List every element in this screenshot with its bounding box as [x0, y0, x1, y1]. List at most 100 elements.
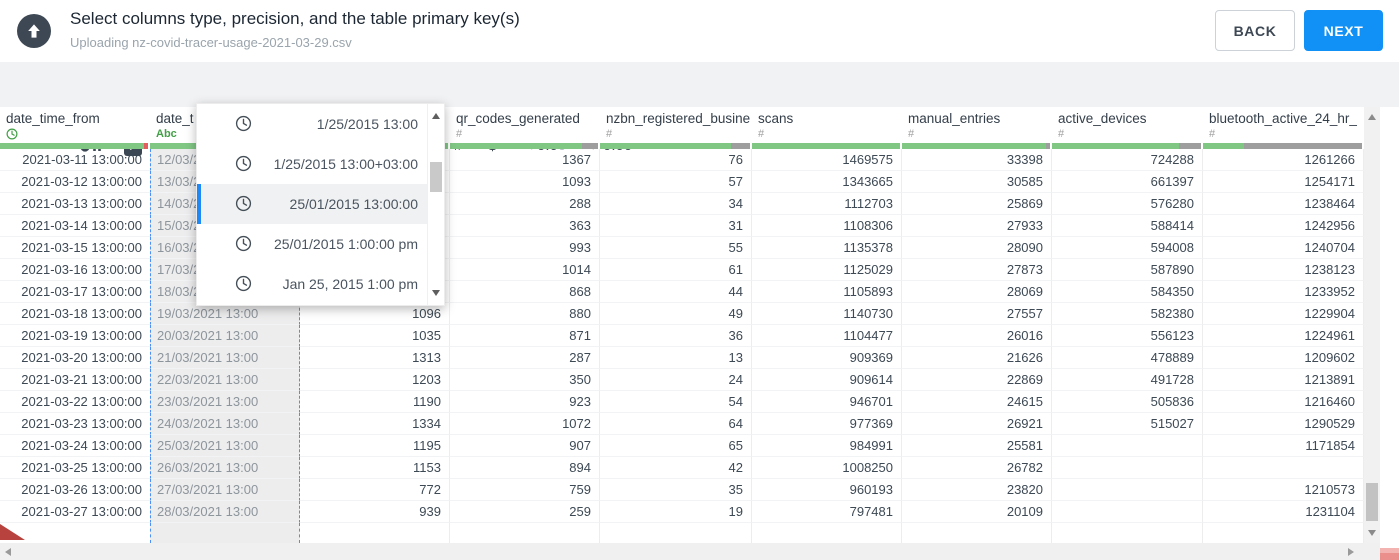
cell[interactable]: 33398 — [902, 149, 1052, 171]
cell[interactable]: 65 — [600, 435, 752, 457]
dropdown-scroll-down-icon[interactable] — [432, 290, 440, 296]
cell[interactable]: 1240704 — [1203, 237, 1364, 259]
cell[interactable]: 13 — [600, 347, 752, 369]
cell[interactable]: 1367 — [450, 149, 600, 171]
cell[interactable]: 2021-03-20 13:00:00 — [0, 347, 150, 369]
dropdown-scroll-up-icon[interactable] — [432, 113, 440, 119]
cell[interactable]: 1213891 — [1203, 369, 1364, 391]
cell[interactable]: 1203 — [300, 369, 450, 391]
cell[interactable]: 21/03/2021 13:00 — [150, 347, 300, 369]
cell[interactable]: 1135378 — [752, 237, 902, 259]
cell[interactable]: 1125029 — [752, 259, 902, 281]
cell[interactable]: 27557 — [902, 303, 1052, 325]
cell[interactable]: 30585 — [902, 171, 1052, 193]
scroll-right-icon[interactable] — [1348, 548, 1354, 556]
cell[interactable]: 1140730 — [752, 303, 902, 325]
cell[interactable] — [1203, 523, 1364, 543]
cell[interactable]: 946701 — [752, 391, 902, 413]
cell[interactable]: 909614 — [752, 369, 902, 391]
cell[interactable]: 22869 — [902, 369, 1052, 391]
cell[interactable]: 1229904 — [1203, 303, 1364, 325]
cell[interactable]: 26782 — [902, 457, 1052, 479]
cell[interactable]: 909369 — [752, 347, 902, 369]
cell[interactable]: 584350 — [1052, 281, 1203, 303]
cell[interactable]: 1112703 — [752, 193, 902, 215]
cell[interactable]: 25/03/2021 13:00 — [150, 435, 300, 457]
column-header-active_devices[interactable]: active_devices # — [1052, 107, 1203, 143]
dropdown-option[interactable]: 25/01/2015 13:00:00 — [197, 184, 428, 224]
cell[interactable]: 2021-03-19 13:00:00 — [0, 325, 150, 347]
cell[interactable]: 1190 — [300, 391, 450, 413]
cell[interactable]: 868 — [450, 281, 600, 303]
cell[interactable]: 993 — [450, 237, 600, 259]
cell[interactable]: 478889 — [1052, 347, 1203, 369]
cell[interactable]: 939 — [300, 501, 450, 523]
cell[interactable]: 1171854 — [1203, 435, 1364, 457]
cell[interactable]: 2021-03-18 13:00:00 — [0, 303, 150, 325]
cell[interactable]: 1035 — [300, 325, 450, 347]
cell[interactable]: 1313 — [300, 347, 450, 369]
cell[interactable]: 2021-03-11 13:00:00 — [0, 149, 150, 171]
cell[interactable]: 2021-03-22 13:00:00 — [0, 391, 150, 413]
cell[interactable]: 1096 — [300, 303, 450, 325]
cell[interactable]: 759 — [450, 479, 600, 501]
cell[interactable] — [1052, 435, 1203, 457]
cell[interactable]: 2021-03-17 13:00:00 — [0, 281, 150, 303]
cell[interactable]: 1231104 — [1203, 501, 1364, 523]
dropdown-option[interactable]: 1/25/2015 13:00+03:00 — [197, 144, 428, 184]
cell[interactable]: 363 — [450, 215, 600, 237]
cell[interactable]: 1093 — [450, 171, 600, 193]
vertical-scrollbar[interactable] — [1364, 107, 1380, 543]
cell[interactable]: 57 — [600, 171, 752, 193]
cell[interactable]: 2021-03-15 13:00:00 — [0, 237, 150, 259]
cell[interactable]: 1233952 — [1203, 281, 1364, 303]
cell[interactable]: 24 — [600, 369, 752, 391]
cell[interactable] — [600, 523, 752, 543]
cell[interactable]: 1254171 — [1203, 171, 1364, 193]
cell[interactable]: 20109 — [902, 501, 1052, 523]
cell[interactable]: 287 — [450, 347, 600, 369]
cell[interactable]: 2021-03-26 13:00:00 — [0, 479, 150, 501]
cell[interactable]: 2021-03-13 13:00:00 — [0, 193, 150, 215]
cell[interactable]: 894 — [450, 457, 600, 479]
cell[interactable] — [1052, 523, 1203, 543]
cell[interactable]: 1238464 — [1203, 193, 1364, 215]
cell[interactable]: 350 — [450, 369, 600, 391]
dropdown-option[interactable]: 1/25/2015 13:00 — [197, 104, 428, 144]
cell[interactable]: 505836 — [1052, 391, 1203, 413]
cell[interactable]: 1108306 — [752, 215, 902, 237]
cell[interactable]: 576280 — [1052, 193, 1203, 215]
vertical-scroll-thumb[interactable] — [1366, 483, 1378, 521]
cell[interactable] — [1052, 479, 1203, 501]
column-header-nzbn_registered_busine[interactable]: nzbn_registered_busine # — [600, 107, 752, 143]
cell[interactable]: 55 — [600, 237, 752, 259]
cell[interactable]: 515027 — [1052, 413, 1203, 435]
cell[interactable]: 27873 — [902, 259, 1052, 281]
cell[interactable]: 2021-03-23 13:00:00 — [0, 413, 150, 435]
cell[interactable] — [752, 523, 902, 543]
cell[interactable]: 1008250 — [752, 457, 902, 479]
cell[interactable]: 1153 — [300, 457, 450, 479]
cell[interactable]: 1104477 — [752, 325, 902, 347]
cell[interactable]: 28/03/2021 13:00 — [150, 501, 300, 523]
cell[interactable]: 64 — [600, 413, 752, 435]
back-button[interactable]: BACK — [1215, 10, 1295, 51]
scroll-down-icon[interactable] — [1368, 530, 1376, 536]
cell[interactable]: 1261266 — [1203, 149, 1364, 171]
cell[interactable]: 259 — [450, 501, 600, 523]
scroll-up-icon[interactable] — [1368, 114, 1376, 120]
cell[interactable]: 2021-03-24 13:00:00 — [0, 435, 150, 457]
cell[interactable]: 587890 — [1052, 259, 1203, 281]
cell[interactable] — [902, 523, 1052, 543]
cell[interactable]: 19/03/2021 13:00 — [150, 303, 300, 325]
cell[interactable]: 923 — [450, 391, 600, 413]
cell[interactable]: 24/03/2021 13:00 — [150, 413, 300, 435]
cell[interactable]: 1334 — [300, 413, 450, 435]
cell[interactable]: 582380 — [1052, 303, 1203, 325]
cell[interactable]: 556123 — [1052, 325, 1203, 347]
horizontal-scrollbar[interactable] — [0, 543, 1380, 560]
cell[interactable]: 25581 — [902, 435, 1052, 457]
cell[interactable]: 19 — [600, 501, 752, 523]
cell[interactable]: 1238123 — [1203, 259, 1364, 281]
cell[interactable]: 1014 — [450, 259, 600, 281]
